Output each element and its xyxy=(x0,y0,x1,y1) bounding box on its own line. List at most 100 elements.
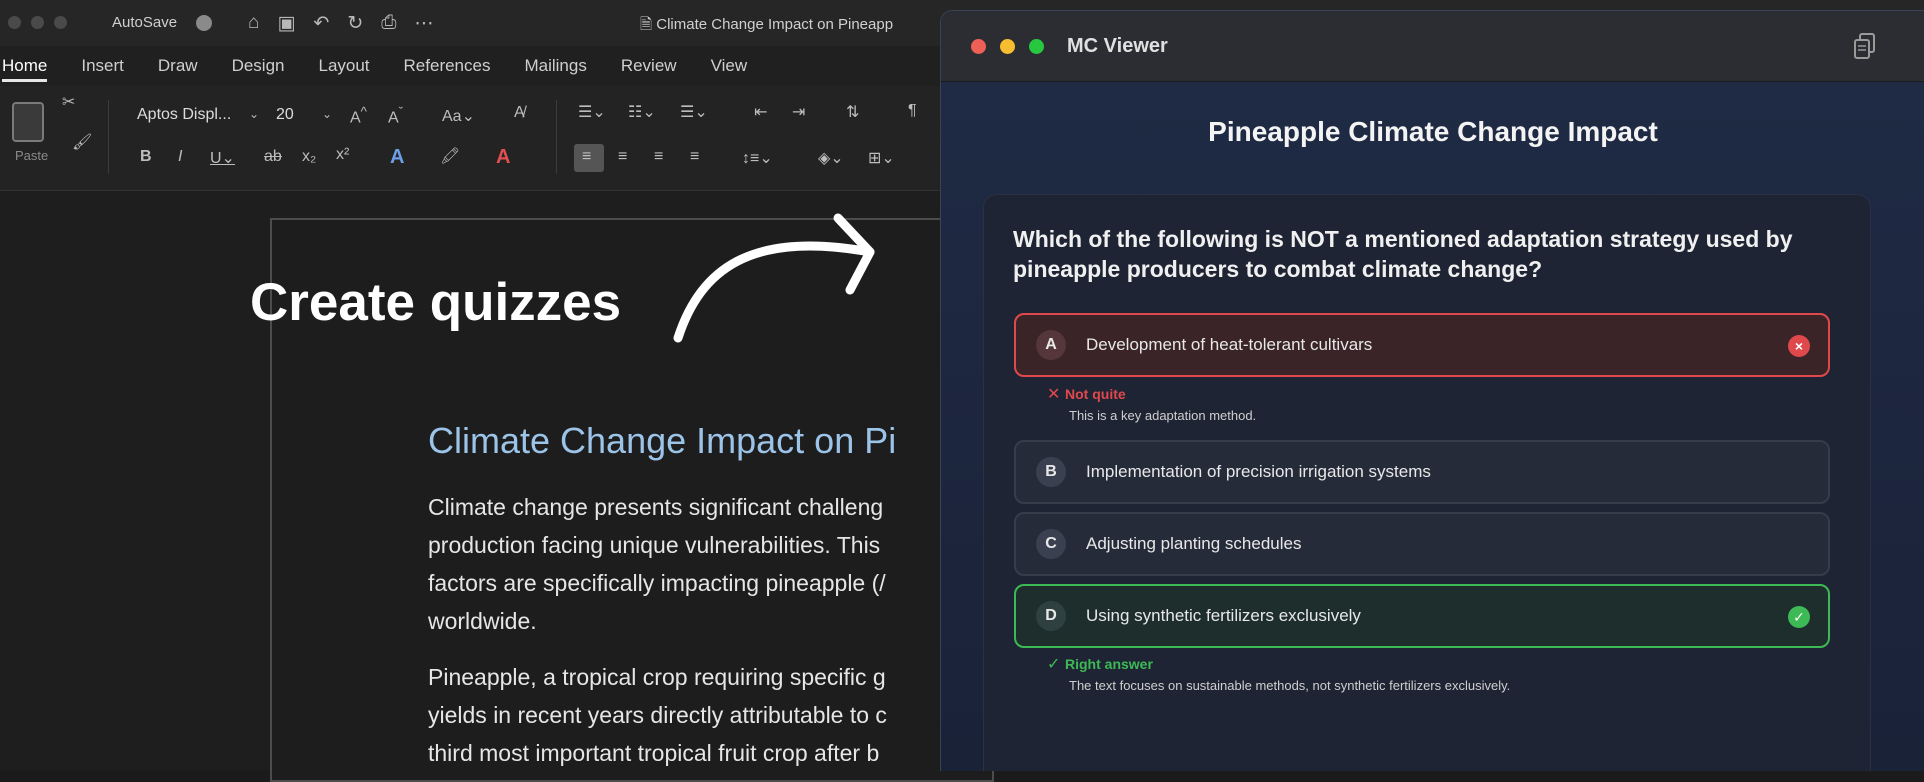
more-icon[interactable]: ⋯ xyxy=(414,12,433,35)
tab-review[interactable]: Review xyxy=(621,50,677,82)
word-zoom-button[interactable] xyxy=(54,16,67,29)
bold-icon[interactable]: B xyxy=(140,148,152,166)
paragraph-line: third most important tropical fruit crop… xyxy=(428,740,880,766)
clear-formatting-icon[interactable]: A̸ xyxy=(514,104,525,122)
sort-icon[interactable]: ⇅ xyxy=(846,102,859,122)
mc-window-title: MC Viewer xyxy=(1067,35,1168,57)
print-icon[interactable]: ⎙ xyxy=(381,12,396,35)
feedback-title: Not quite xyxy=(1065,386,1126,402)
align-right-icon[interactable]: ≡ xyxy=(654,148,663,166)
undo-icon[interactable]: ↶ xyxy=(313,12,329,35)
document-icon: 🗎 xyxy=(640,16,657,33)
option-a[interactable]: A Development of heat-tolerant cultivars… xyxy=(1014,313,1830,377)
mc-title-bar: MC Viewer xyxy=(941,11,1924,82)
autosave-toggle[interactable] xyxy=(196,15,212,31)
multilevel-list-icon[interactable]: ☰⌄ xyxy=(680,102,708,122)
superscript-icon[interactable]: x² xyxy=(336,146,349,164)
decrease-indent-icon[interactable]: ⇤ xyxy=(754,102,767,122)
paragraph-line: worldwide. xyxy=(428,608,537,634)
chevron-down-icon[interactable]: ⌄ xyxy=(249,107,259,121)
quiz-title: Pineapple Climate Change Impact xyxy=(1208,116,1658,147)
paragraph-line: factors are specifically impacting pinea… xyxy=(428,570,886,596)
mc-minimize-button[interactable] xyxy=(1000,39,1015,54)
shading-icon[interactable]: ◈⌄ xyxy=(818,148,844,168)
font-name-select[interactable]: Aptos Displ... xyxy=(137,106,231,124)
cut-icon[interactable]: ✂ xyxy=(62,92,75,112)
underline-icon[interactable]: U⌄ xyxy=(210,148,235,168)
paragraph-line: Climate change presents significant chal… xyxy=(428,494,884,520)
option-letter: C xyxy=(1036,529,1066,559)
line-spacing-icon[interactable]: ↕≡⌄ xyxy=(742,148,773,168)
copy-icon[interactable] xyxy=(1853,32,1877,60)
option-b[interactable]: B Implementation of precision irrigation… xyxy=(1014,440,1830,504)
justify-icon[interactable]: ≡ xyxy=(690,148,699,166)
check-circle-icon: ✓ xyxy=(1788,606,1810,628)
highlight-icon[interactable]: 🖍 xyxy=(440,146,460,166)
paragraph-line: Pineapple, a tropical crop requiring spe… xyxy=(428,664,886,690)
tab-mailings[interactable]: Mailings xyxy=(524,50,586,82)
mc-viewer-window: MC Viewer Pineapple Climate Change Impac… xyxy=(940,10,1924,771)
tab-draw[interactable]: Draw xyxy=(158,50,198,82)
borders-icon[interactable]: ⊞⌄ xyxy=(868,148,895,168)
align-center-icon[interactable]: ≡ xyxy=(618,148,627,166)
tab-design[interactable]: Design xyxy=(232,50,285,82)
tab-view[interactable]: View xyxy=(711,50,748,82)
ribbon-tabs: Home Insert Draw Design Layout Reference… xyxy=(0,50,781,82)
chevron-down-icon[interactable]: ⌄ xyxy=(322,107,332,121)
format-painter-icon[interactable]: 🖌 xyxy=(72,132,92,152)
home-icon[interactable]: ⌂ xyxy=(248,12,259,35)
bullets-icon[interactable]: ☰⌄ xyxy=(578,102,606,122)
option-d[interactable]: D Using synthetic fertilizers exclusivel… xyxy=(1014,584,1830,648)
mc-close-button[interactable] xyxy=(971,39,986,54)
pilcrow-icon[interactable]: ¶ xyxy=(908,102,917,120)
tab-insert[interactable]: Insert xyxy=(81,50,124,82)
question-text: Which of the following is NOT a mentione… xyxy=(1013,226,1793,282)
word-traffic-lights xyxy=(8,16,67,29)
feedback-wrong: ✕ Not quite This is a key adaptation meth… xyxy=(1047,384,1256,423)
option-c[interactable]: C Adjusting planting schedules xyxy=(1014,512,1830,576)
ribbon-separator xyxy=(556,100,557,174)
paragraph-line: production facing unique vulnerabilities… xyxy=(428,532,881,558)
paste-icon[interactable] xyxy=(12,102,44,142)
word-minimize-button[interactable] xyxy=(31,16,44,29)
word-close-button[interactable] xyxy=(8,16,21,29)
check-mark-icon: ✓ xyxy=(1047,656,1061,673)
text-effects-icon[interactable]: A xyxy=(390,146,404,169)
paste-label: Paste xyxy=(15,148,49,163)
x-mark-icon: ✕ xyxy=(1047,386,1061,403)
align-left-icon[interactable]: ≡ xyxy=(582,148,591,166)
shrink-font-icon[interactable]: Aˇ xyxy=(388,104,403,127)
grow-font-icon[interactable]: A^ xyxy=(350,104,367,127)
quick-access-toolbar: ⌂ ▣ ↶ ↻ ⎙ ⋯ xyxy=(248,12,433,35)
tab-references[interactable]: References xyxy=(404,50,491,82)
autosave-label: AutoSave xyxy=(112,14,178,31)
option-letter: B xyxy=(1036,457,1066,487)
ribbon-separator xyxy=(108,100,109,174)
document-paragraph-2: Pineapple, a tropical crop requiring spe… xyxy=(428,658,988,772)
wrong-x-icon: × xyxy=(1788,335,1810,357)
paragraph-line: yields in recent years directly attribut… xyxy=(428,702,887,728)
document-title-text: Climate Change Impact on Pineapp xyxy=(656,16,894,33)
font-size-select[interactable]: 20 xyxy=(276,106,294,124)
change-case-icon[interactable]: Aa⌄ xyxy=(442,106,475,126)
option-text: Using synthetic fertilizers exclusively xyxy=(1086,606,1361,625)
tab-home[interactable]: Home xyxy=(2,50,48,82)
document-title: 🗎 Climate Change Impact on Pineapp xyxy=(640,14,893,39)
font-color-icon[interactable]: A xyxy=(496,146,510,169)
subscript-icon[interactable]: x₂ xyxy=(302,148,316,166)
mc-zoom-button[interactable] xyxy=(1029,39,1044,54)
document-heading: Climate Change Impact on Pi xyxy=(428,420,897,461)
option-text: Development of heat-tolerant cultivars xyxy=(1086,335,1373,354)
option-letter: D xyxy=(1036,601,1066,631)
option-text: Adjusting planting schedules xyxy=(1086,534,1302,553)
create-quizzes-caption: Create quizzes xyxy=(250,273,622,332)
numbering-icon[interactable]: ☷⌄ xyxy=(628,102,656,122)
tab-layout[interactable]: Layout xyxy=(318,50,369,82)
increase-indent-icon[interactable]: ⇥ xyxy=(792,102,805,122)
strikethrough-icon[interactable]: ab xyxy=(264,148,282,166)
italic-icon[interactable]: I xyxy=(178,148,182,166)
mc-content: Pineapple Climate Change Impact Which of… xyxy=(941,82,1924,771)
redo-icon[interactable]: ↻ xyxy=(347,12,363,35)
save-icon[interactable]: ▣ xyxy=(277,12,295,35)
feedback-title: Right answer xyxy=(1065,656,1153,672)
